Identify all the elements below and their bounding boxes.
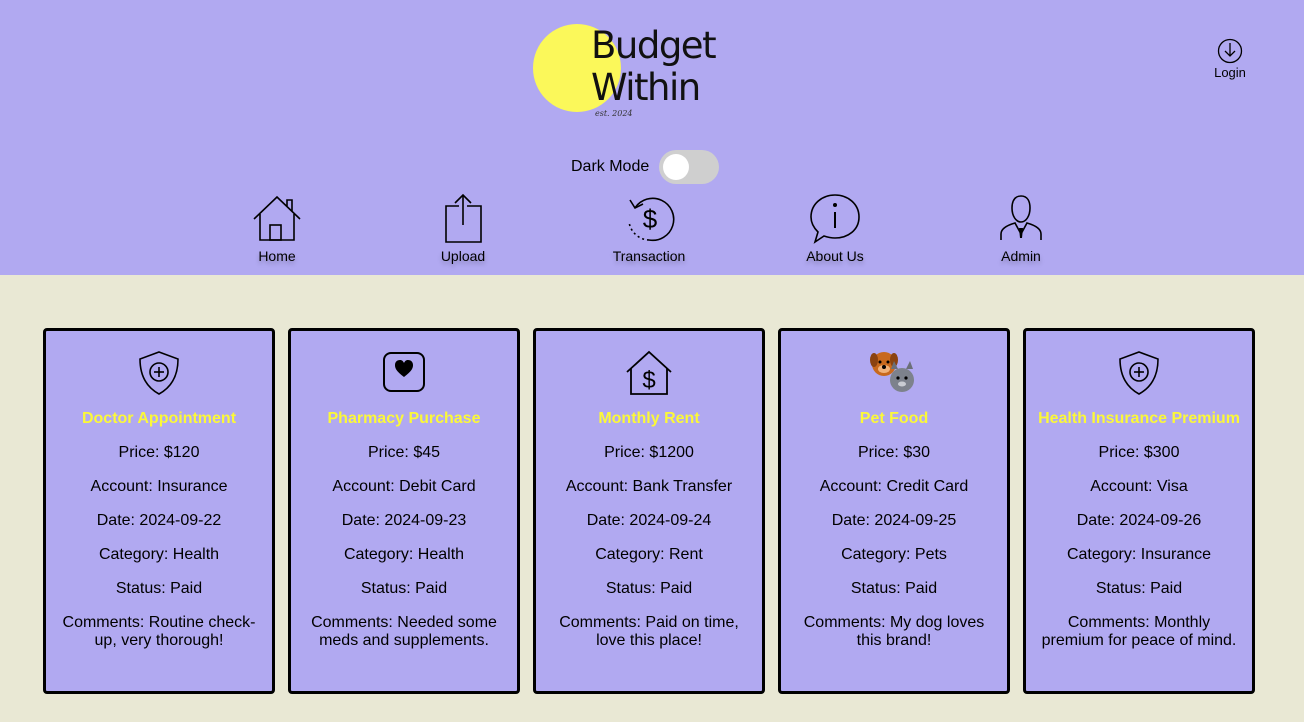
svg-text:$: $ [642, 367, 655, 394]
card-title: Pet Food [859, 410, 929, 427]
card-category: Category: Insurance [1066, 546, 1212, 563]
card-icon-container [1026, 348, 1252, 398]
dog-cat-icon [870, 352, 914, 392]
logo-est-text: est. 2024 [595, 109, 633, 118]
card-status: Status: Paid [360, 580, 448, 597]
card-category: Category: Health [98, 546, 220, 563]
card-icon-container [46, 348, 272, 398]
card-date: Date: 2024-09-24 [586, 512, 712, 529]
card-comments: Comments: Routine check-up, very thoroug… [62, 614, 256, 649]
login-button[interactable]: Login [1208, 38, 1252, 80]
dark-mode-toggle[interactable] [659, 150, 720, 184]
card-account: Account: Bank Transfer [565, 478, 733, 495]
card-price: Price: $120 [118, 444, 200, 461]
card-status: Status: Paid [115, 580, 203, 597]
card-account: Account: Debit Card [332, 478, 476, 495]
card-account: Account: Insurance [90, 478, 228, 495]
card-status: Status: Paid [605, 580, 693, 597]
nav-upload-label: Upload [440, 248, 486, 264]
logo-line-2: Within [591, 66, 701, 109]
card-date: Date: 2024-09-25 [831, 512, 957, 529]
dark-mode-control: Dark Mode [571, 150, 720, 184]
card-icon-container: $ [536, 348, 762, 398]
card-title: Pharmacy Purchase [327, 410, 481, 427]
logo-line-1: Budget [591, 24, 717, 67]
nav-about-us[interactable]: About Us [780, 192, 890, 264]
nav-admin-label: Admin [1001, 248, 1041, 264]
card-price: Price: $45 [367, 444, 441, 461]
download-circle-icon [1217, 38, 1243, 64]
card-category: Category: Health [343, 546, 465, 563]
card-comments: Comments: My dog loves this brand! [803, 614, 985, 649]
nav-admin[interactable]: Admin [966, 192, 1076, 264]
heart-square-icon [383, 352, 425, 392]
login-label: Login [1214, 65, 1246, 80]
nav-transaction[interactable]: $ Transaction [594, 192, 704, 264]
card-title: Health Insurance Premium [1038, 410, 1240, 427]
card-icon-container [781, 348, 1007, 398]
nav-home[interactable]: Home [222, 192, 332, 264]
transaction-card[interactable]: Pet Food Price: $30 Account: Credit Card… [778, 328, 1010, 694]
card-status: Status: Paid [850, 580, 938, 597]
nav-transaction-label: Transaction [612, 248, 686, 264]
card-price: Price: $30 [857, 444, 931, 461]
nav-about-us-label: About Us [806, 248, 864, 264]
transaction-card[interactable]: $ Monthly Rent Price: $1200 Account: Ban… [533, 328, 765, 694]
upload-icon [445, 193, 482, 243]
home-icon [253, 195, 301, 241]
card-status: Status: Paid [1095, 580, 1183, 597]
transaction-card[interactable]: Health Insurance Premium Price: $300 Acc… [1023, 328, 1255, 694]
card-account: Account: Credit Card [819, 478, 969, 495]
card-price: Price: $300 [1098, 444, 1180, 461]
shield-plus-icon [1119, 351, 1159, 395]
house-dollar-icon: $ [626, 350, 672, 395]
shield-plus-icon [139, 351, 179, 395]
card-category: Category: Rent [595, 546, 703, 563]
card-date: Date: 2024-09-26 [1076, 512, 1202, 529]
card-date: Date: 2024-09-22 [96, 512, 222, 529]
transaction-icon: $ [628, 197, 675, 242]
nav-home-label: Home [258, 248, 296, 264]
toggle-knob [663, 154, 690, 180]
card-price: Price: $1200 [604, 444, 694, 461]
admin-icon [1000, 195, 1042, 240]
card-comments: Comments: Monthly premium for peace of m… [1041, 614, 1237, 649]
info-icon [810, 194, 860, 244]
budget-within-logo[interactable]: Budget Within est. 2024 [532, 22, 732, 122]
card-category: Category: Pets [841, 546, 947, 563]
card-icon-container [291, 348, 517, 398]
transaction-card[interactable]: Doctor Appointment Price: $120 Account: … [43, 328, 275, 694]
card-title: Doctor Appointment [81, 410, 237, 427]
svg-text:$: $ [643, 204, 658, 234]
site-header: Budget Within est. 2024 Login Dark Mode … [0, 0, 1304, 275]
card-comments: Comments: Paid on time, love this place! [559, 614, 739, 649]
transaction-card[interactable]: Pharmacy Purchase Price: $45 Account: De… [288, 328, 520, 694]
dark-mode-label: Dark Mode [571, 158, 650, 175]
card-title: Monthly Rent [598, 410, 700, 427]
card-account: Account: Visa [1090, 478, 1188, 495]
card-comments: Comments: Needed some meds and supplemen… [311, 614, 497, 649]
nav-upload[interactable]: Upload [408, 192, 518, 264]
card-date: Date: 2024-09-23 [341, 512, 467, 529]
